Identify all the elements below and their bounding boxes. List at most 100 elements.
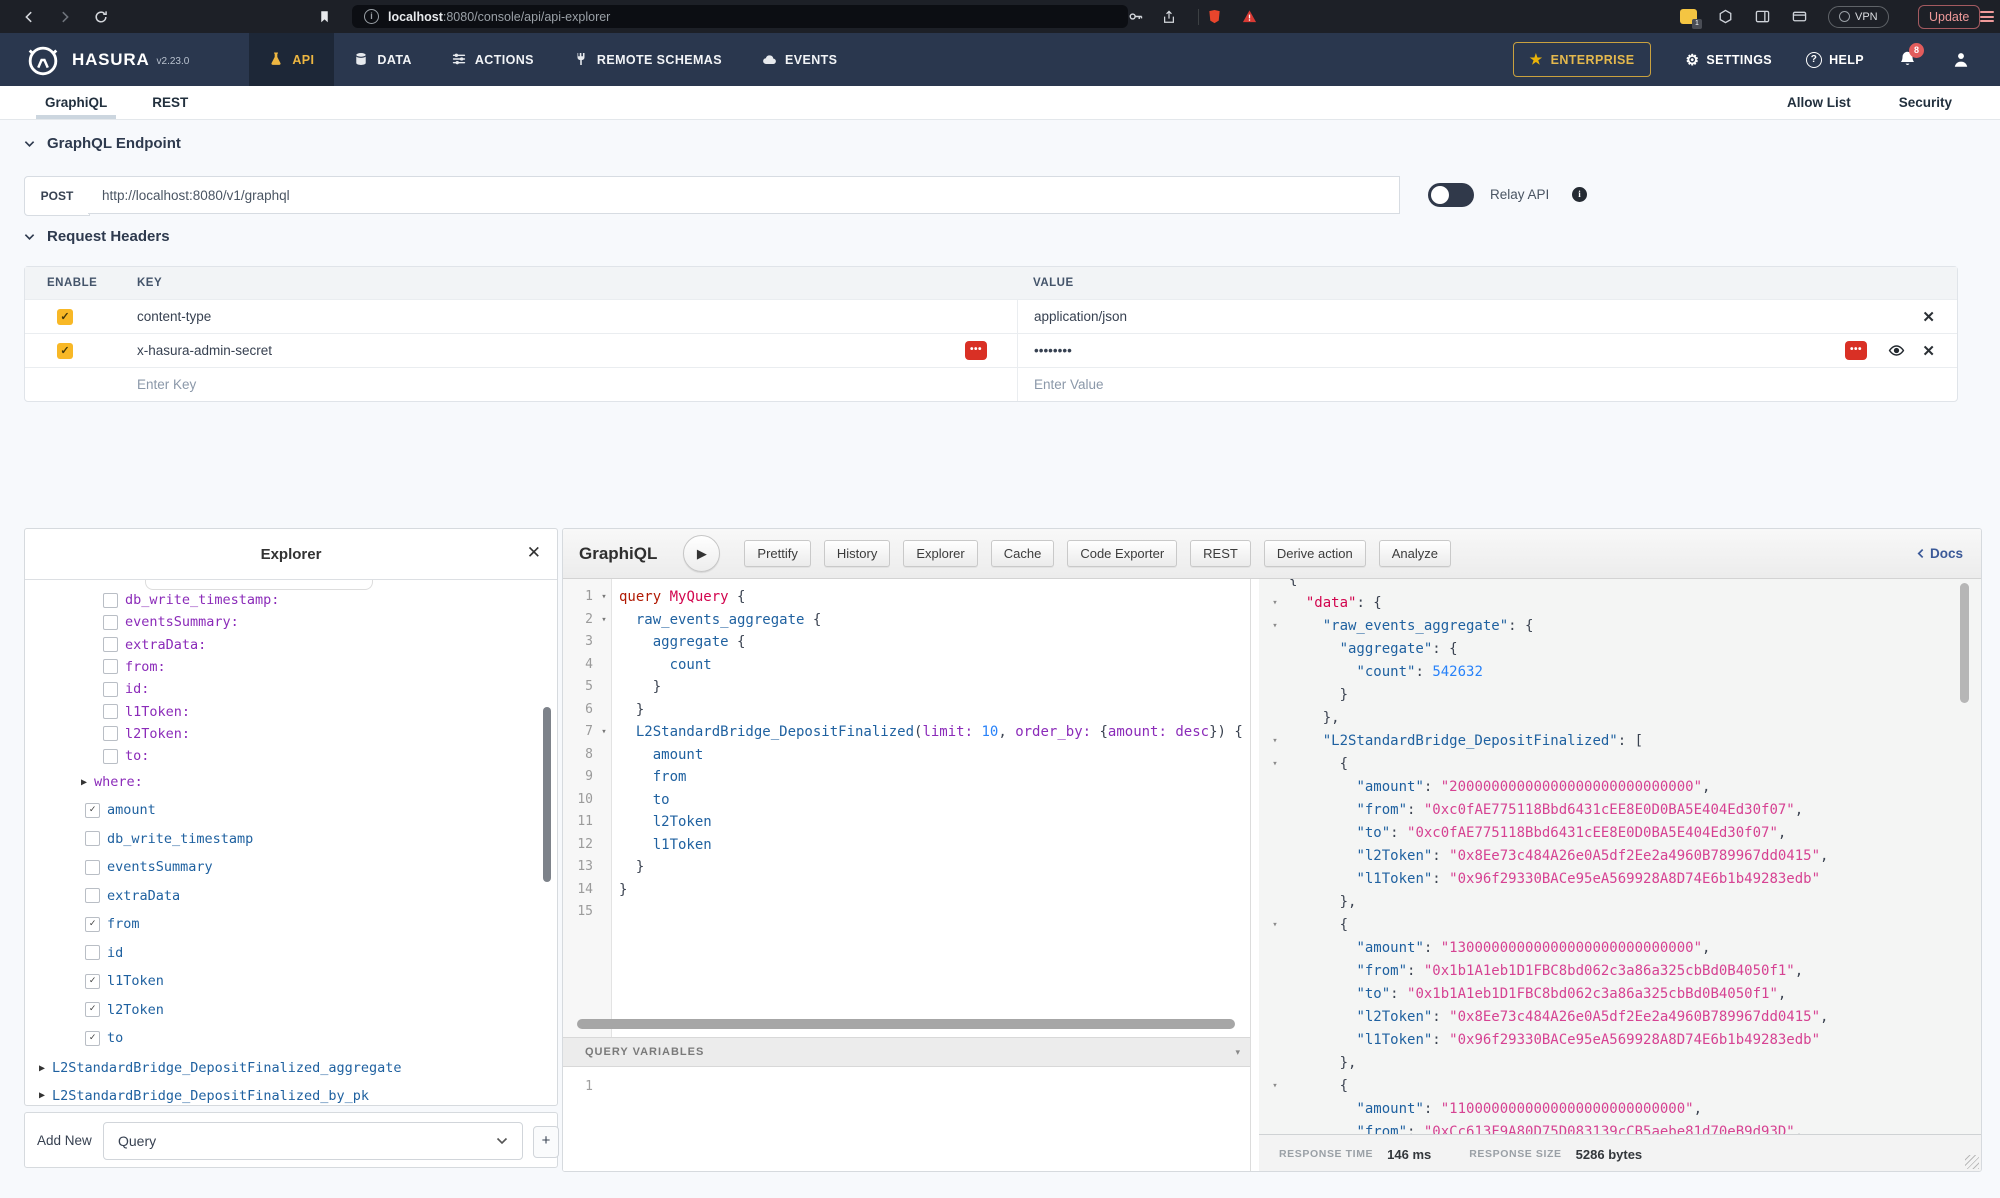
wallet-icon[interactable] [1790,8,1808,26]
derive-action-button[interactable]: Derive action [1264,540,1366,567]
explorer-arg[interactable]: to: [103,748,149,764]
checkbox[interactable]: ✓ [85,803,100,818]
fold-icon[interactable]: ▾ [1259,914,1285,937]
notifications-button[interactable]: 8 [1898,50,1918,70]
nav-tab-events[interactable]: EVENTS [742,33,857,86]
query-variables-editor[interactable]: 1 [563,1067,1250,1172]
tab-rest[interactable]: REST [152,86,188,119]
analyze-button[interactable]: Analyze [1379,540,1451,567]
checkbox[interactable] [103,726,118,741]
notes-extension-icon[interactable]: 1 [1680,9,1697,24]
sidebar-icon[interactable] [1753,8,1771,26]
nav-tab-remote-schemas[interactable]: REMOTE SCHEMAS [554,33,742,86]
fold-icon[interactable]: ▾ [597,609,611,632]
bookmark-icon[interactable] [315,8,333,26]
fold-icon[interactable]: ▾ [1259,730,1285,753]
header-key-cell[interactable]: x-hasura-admin-secret••• [105,343,1017,358]
cache-button[interactable]: Cache [991,540,1055,567]
explorer-field[interactable]: ✓amount [85,802,156,818]
expand-arrow-icon[interactable]: ▶ [39,1063,45,1074]
explorer-field[interactable]: ✓from [85,916,140,932]
eye-icon[interactable] [1888,342,1905,359]
hasura-logo[interactable] [24,41,62,79]
checkbox[interactable] [85,945,100,960]
close-icon[interactable]: ✕ [527,543,541,563]
warning-icon[interactable] [1240,8,1258,26]
new-header-value-input[interactable]: Enter Value [1017,368,1957,401]
security-link[interactable]: Security [1899,95,1952,110]
fold-icon[interactable]: ▾ [1259,1075,1285,1098]
explorer-field[interactable]: ✓l2Token [85,1002,164,1018]
reload-icon[interactable] [92,8,110,26]
checkbox[interactable] [85,860,100,875]
new-header-key-input[interactable]: Enter Key [105,377,1017,392]
checkbox[interactable] [103,615,118,630]
execute-query-button[interactable]: ▶ [683,535,720,572]
explorer-arg[interactable]: eventsSummary: [103,614,239,630]
header-value-cell[interactable]: •••••••••••✕ [1017,334,1957,367]
add-operation-button[interactable]: + [533,1126,559,1158]
header-enabled-checkbox[interactable]: ✓ [57,309,73,325]
explorer-field[interactable]: id [85,945,123,961]
resize-grip[interactable] [1965,1155,1979,1169]
vpn-button[interactable]: VPN [1828,6,1889,28]
profile-button[interactable] [1952,51,1970,69]
expand-arrow-icon[interactable]: ▶ [81,777,87,788]
address-bar[interactable]: i localhost:8080/console/api/api-explore… [352,5,1128,28]
explorer-collapsed-item[interactable]: ▶L2StandardBridge_DepositFinalized_aggre… [39,1060,402,1076]
shield-icon[interactable] [1205,8,1223,26]
code-exporter-button[interactable]: Code Exporter [1067,540,1177,567]
header-enabled-checkbox[interactable]: ✓ [57,343,73,359]
checkbox[interactable] [103,682,118,697]
fold-icon[interactable]: ▾ [1259,615,1285,638]
explorer-arg[interactable]: id: [103,681,149,697]
explorer-field[interactable]: db_write_timestamp [85,831,253,847]
prettify-button[interactable]: Prettify [744,540,810,567]
enterprise-button[interactable]: ★ ENTERPRISE [1513,42,1652,77]
explorer-field[interactable]: ✓l1Token [85,973,164,989]
request-headers-heading[interactable]: Request Headers [24,228,170,245]
explorer-arg[interactable]: l2Token: [103,726,190,742]
explorer-arg[interactable]: db_write_timestamp: [103,592,279,608]
query-variables-header[interactable]: QUERY VARIABLES ▾ [563,1037,1250,1067]
allow-list-link[interactable]: Allow List [1787,95,1851,110]
explorer-field[interactable]: extraData [85,888,180,904]
rest-button[interactable]: REST [1190,540,1251,567]
editor-horizontal-scrollbar[interactable] [577,1019,1235,1029]
hexagon-extension-icon[interactable] [1716,8,1734,26]
docs-link[interactable]: Docs [1917,546,1963,561]
nav-tab-actions[interactable]: ACTIONS [432,33,554,86]
endpoint-url-input[interactable]: http://localhost:8080/v1/graphql [88,176,1400,214]
fold-icon[interactable]: ▾ [1259,592,1285,615]
explorer-where[interactable]: ▶where: [81,774,143,790]
nav-tab-data[interactable]: DATA [334,33,431,86]
fold-icon[interactable]: ▾ [1259,753,1285,776]
update-button[interactable]: Update [1918,5,1980,29]
checkbox[interactable] [103,637,118,652]
password-manager-icon[interactable]: ••• [1845,341,1867,360]
fold-icon[interactable]: ▾ [597,721,611,744]
remove-header-icon[interactable]: ✕ [1922,308,1935,326]
explorer-collapsed-item[interactable]: ▶L2StandardBridge_DepositFinalized_by_pk [39,1088,369,1104]
checkbox[interactable] [103,704,118,719]
header-key-cell[interactable]: content-type [105,309,1017,324]
settings-button[interactable]: ⚙ SETTINGS [1685,51,1772,69]
remove-header-icon[interactable]: ✕ [1922,342,1935,360]
info-icon[interactable]: i [1572,187,1587,202]
checkbox[interactable] [85,831,100,846]
checkbox[interactable] [103,659,118,674]
header-value-cell[interactable]: application/json✕ [1017,300,1957,333]
nav-tab-api[interactable]: API [249,33,334,86]
tab-graphiql[interactable]: GraphiQL [45,86,107,119]
operation-type-select[interactable]: Query [103,1122,523,1160]
query-editor[interactable]: 1▾query MyQuery {2▾ raw_events_aggregate… [563,579,1251,1172]
key-icon[interactable] [1126,8,1144,26]
share-icon[interactable] [1160,8,1178,26]
checkbox[interactable]: ✓ [85,917,100,932]
explorer-button[interactable]: Explorer [903,540,977,567]
password-manager-icon[interactable]: ••• [965,341,987,360]
checkbox[interactable]: ✓ [85,1031,100,1046]
checkbox[interactable]: ✓ [85,1002,100,1017]
checkbox[interactable] [85,888,100,903]
explorer-scrollbar[interactable] [543,707,551,882]
